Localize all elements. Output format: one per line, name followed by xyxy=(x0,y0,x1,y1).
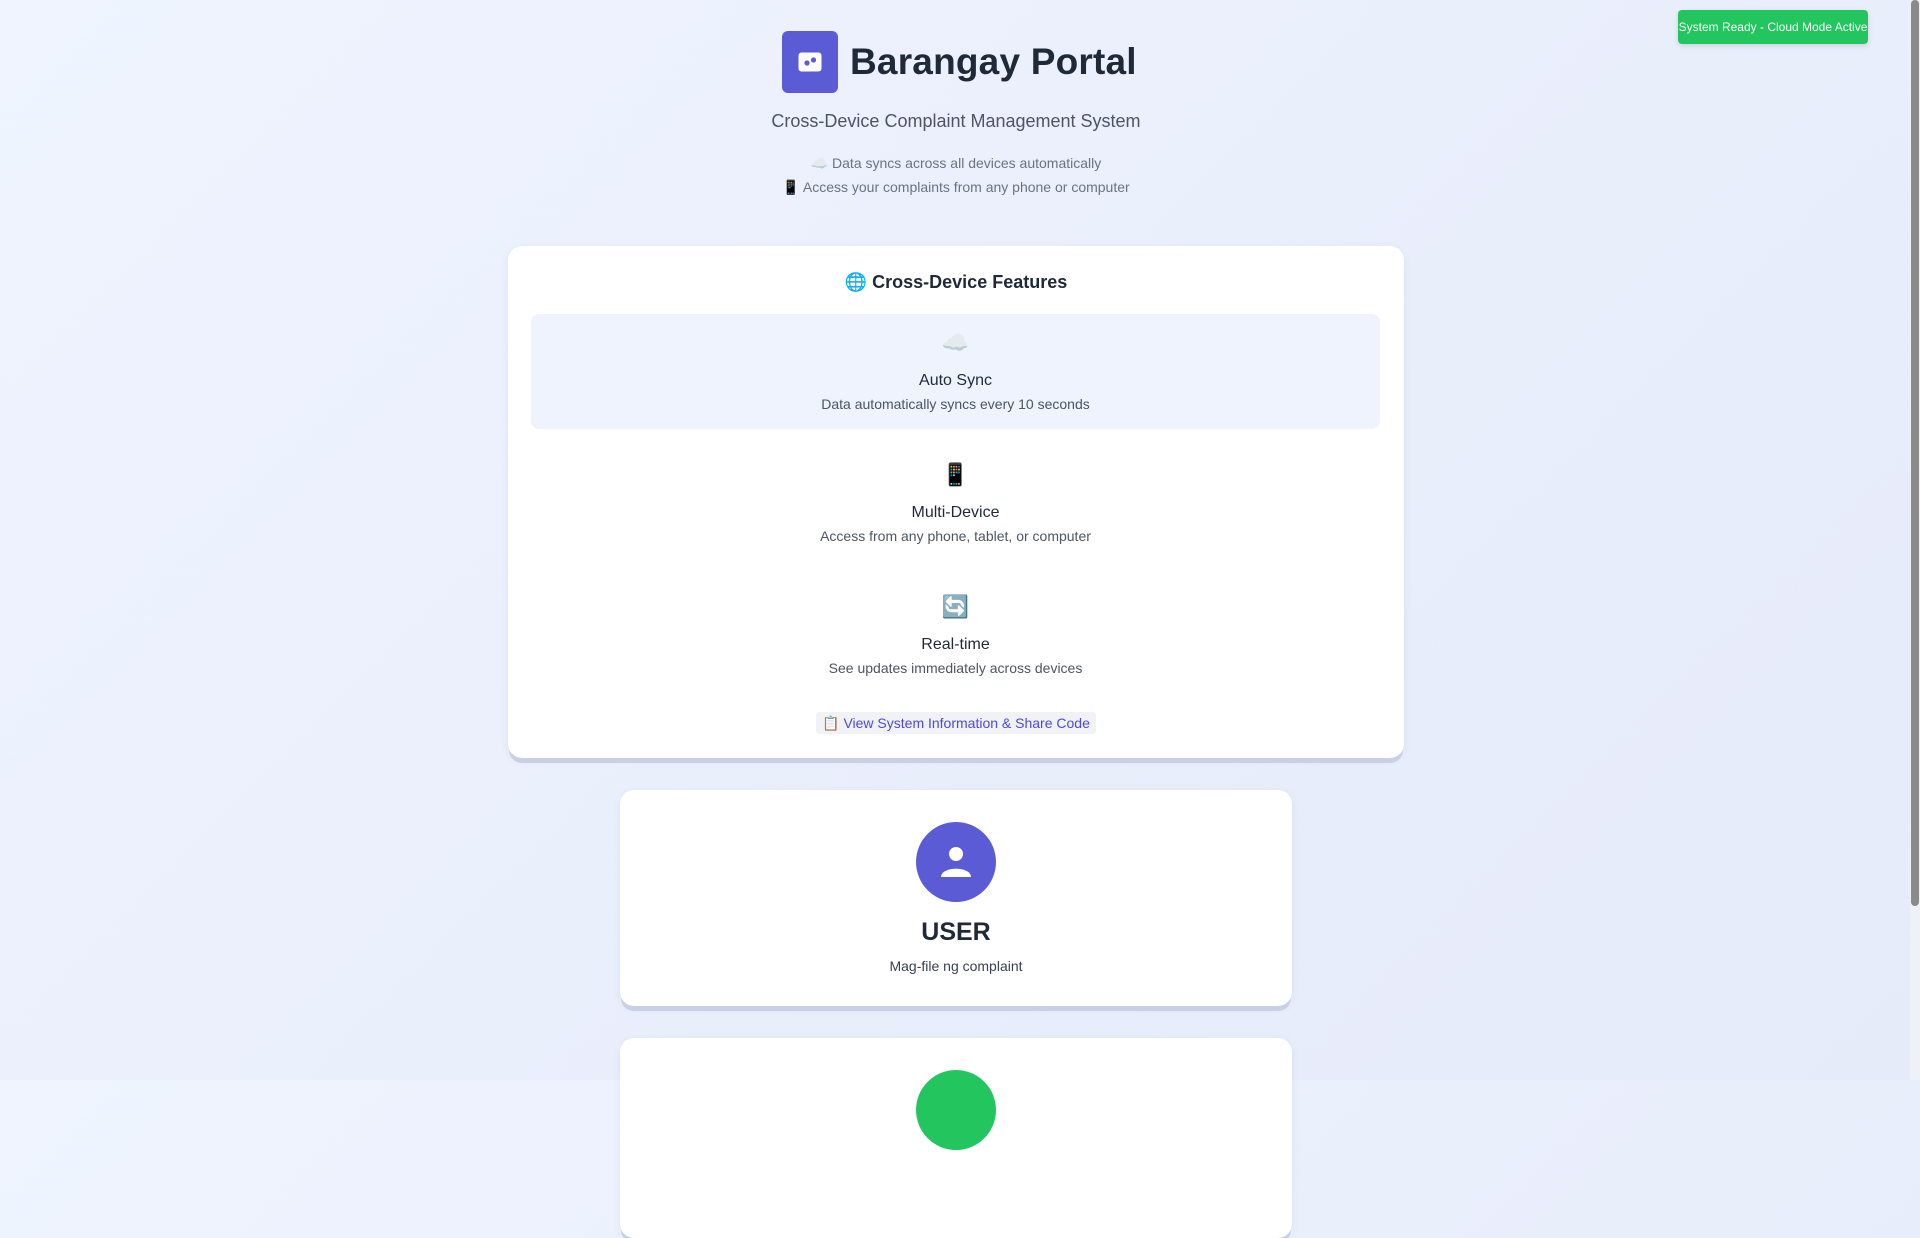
role-title: USER xyxy=(921,918,991,946)
admin-role-card[interactable] xyxy=(620,1038,1292,1238)
feature-name: Real-time xyxy=(921,636,990,653)
feature-name: Auto Sync xyxy=(919,372,992,389)
feature-desc: Data automatically syncs every 10 second… xyxy=(821,396,1090,412)
message-icon xyxy=(782,31,838,93)
feature-auto-sync: ☁️ Auto Sync Data automatically syncs ev… xyxy=(531,314,1380,429)
refresh-icon: 🔄 xyxy=(941,594,970,619)
cloud-icon: ☁️ xyxy=(941,330,970,355)
admin-icon xyxy=(916,1070,996,1150)
page-title: Barangay Portal xyxy=(850,41,1137,82)
features-title: 🌐 Cross-Device Features xyxy=(844,272,1068,292)
status-toast: System Ready - Cloud Mode Active xyxy=(1678,10,1868,44)
scrollbar-thumb[interactable] xyxy=(1911,0,1919,906)
user-role-card[interactable]: USER Mag-file ng complaint xyxy=(620,790,1292,1006)
chat-bubble-icon xyxy=(798,52,822,72)
page-subtitle: Cross-Device Complaint Management System xyxy=(771,111,1141,131)
feature-desc: See updates immediately across devices xyxy=(828,660,1083,676)
phone-icon: 📱 xyxy=(941,462,970,487)
role-desc: Mag-file ng complaint xyxy=(889,958,1023,974)
feature-desc: Access from any phone, tablet, or comput… xyxy=(820,528,1091,544)
access-note: 📱 Access your complaints from any phone … xyxy=(782,179,1130,195)
feature-real-time: 🔄 Real-time See updates immediately acro… xyxy=(531,578,1380,693)
brand: Barangay Portal xyxy=(782,31,1137,93)
feature-name: Multi-Device xyxy=(911,504,1000,521)
scrollbar-track[interactable] xyxy=(1910,0,1920,1080)
features-card: 🌐 Cross-Device Features ☁️ Auto Sync Dat… xyxy=(508,246,1404,758)
sync-note: ☁️ Data syncs across all devices automat… xyxy=(810,155,1102,171)
feature-multi-device: 📱 Multi-Device Access from any phone, ta… xyxy=(531,446,1380,561)
user-icon xyxy=(916,822,996,902)
system-info-link[interactable]: 📋 View System Information & Share Code xyxy=(816,712,1096,734)
